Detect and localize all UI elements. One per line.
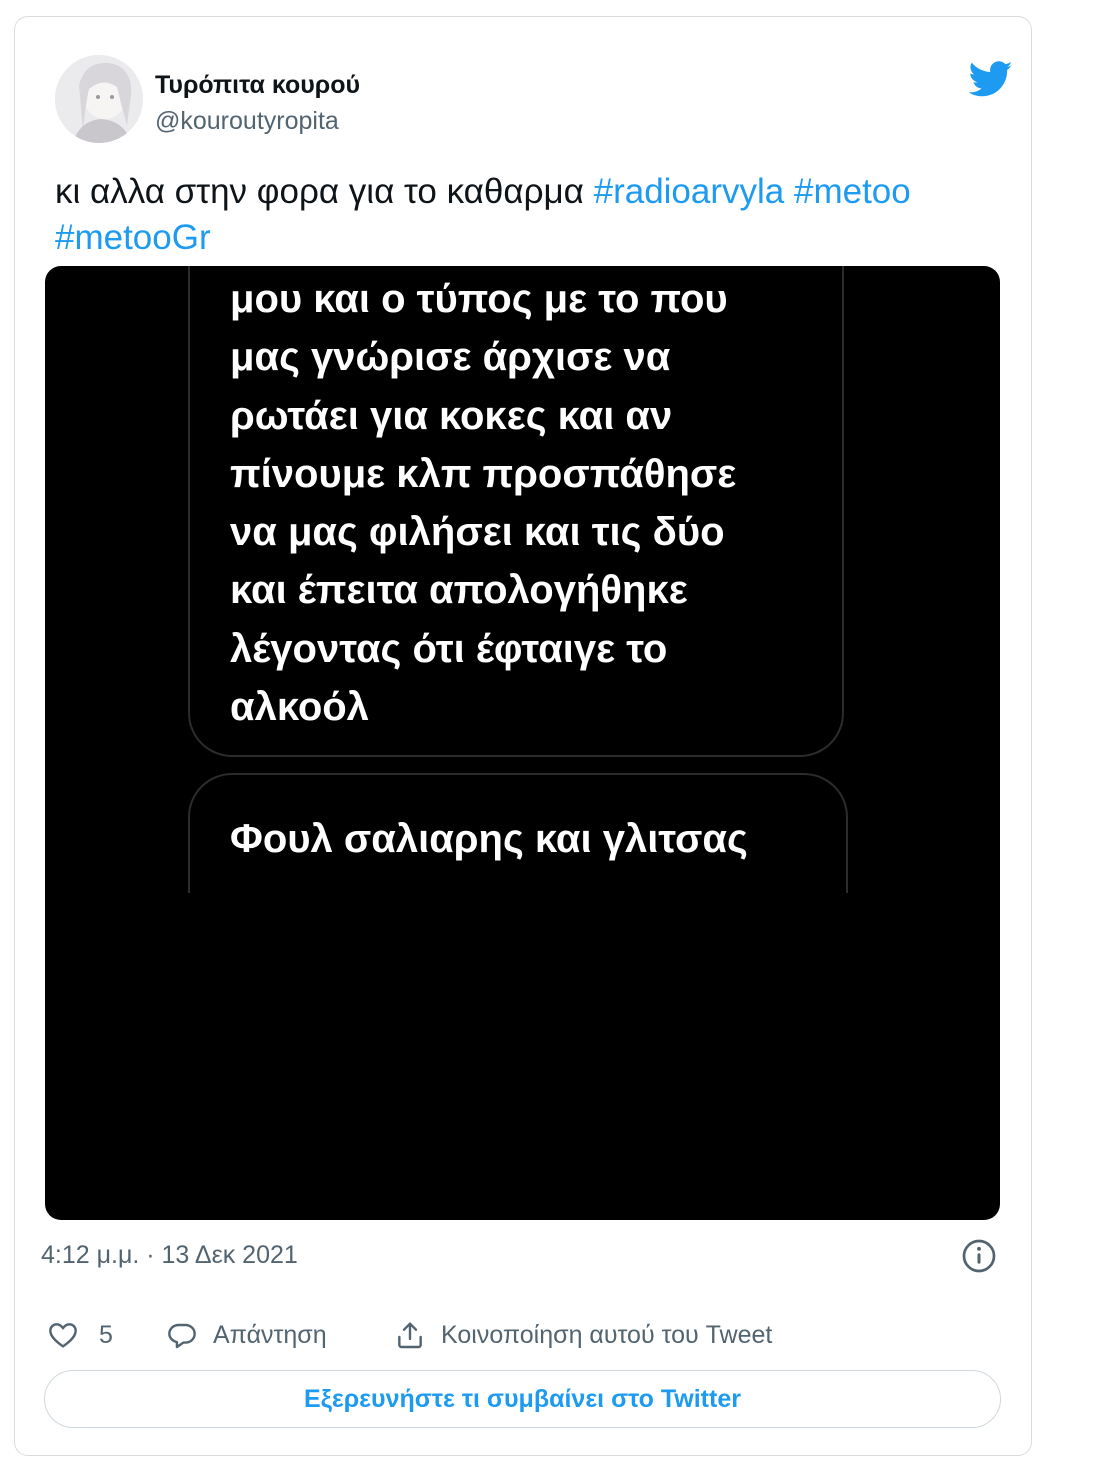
hashtag-link[interactable]: #metooGr (55, 218, 211, 257)
message-line: λέγοντας ότι έφταιγε το (230, 626, 668, 671)
reply-label: Απάντηση (213, 1320, 327, 1349)
tweet-media-image[interactable]: μου και ο τύπος με το που μας γνώρισε άρ… (45, 266, 1000, 1220)
tweet-timestamp[interactable]: 4:12 μ.μ. · 13 Δεκ 2021 (41, 1241, 298, 1270)
reply-bubble-icon (168, 1323, 196, 1349)
avatar[interactable] (55, 55, 143, 143)
author-display-name[interactable]: Τυρόπιτα κουρού (155, 71, 360, 100)
message-line: πίνουμε κλπ προσπάθησε (230, 451, 737, 496)
message-line: ρωτάει για κοκες και αν (230, 393, 673, 438)
hashtag-link[interactable]: #radioarvyla (594, 172, 785, 211)
like-button[interactable]: 5 (47, 1313, 113, 1357)
share-label: Κοινοποίηση αυτού του Tweet (441, 1320, 773, 1349)
heart-icon (49, 1323, 77, 1348)
message-line: και έπειτα απολογήθηκε (230, 568, 688, 613)
share-button[interactable]: Κοινοποίηση αυτού του Tweet (393, 1313, 772, 1357)
hashtag-link[interactable]: #metoo (794, 172, 911, 211)
message-line: μου και ο τύπος με το που (230, 277, 728, 321)
message-line: να μας φιλήσει και τις δύο (230, 510, 725, 555)
message-line: μας γνώρισε άρχισε να (230, 335, 671, 380)
twitter-bird-icon[interactable] (967, 57, 1015, 101)
info-icon[interactable] (961, 1238, 997, 1274)
tweet-card: Τυρόπιτα κουρού @kouroutyropita κι αλλα … (14, 16, 1032, 1456)
explore-twitter-button[interactable]: Εξερευνήστε τι συμβαίνει στο Twitter (44, 1370, 1001, 1428)
share-icon (398, 1322, 422, 1349)
message-line: Φουλ σαλιαρης και γλιτσας (230, 817, 748, 861)
tweet-actions-bar: 5 Απάντηση Κοινοποίηση αυτού του Tweet (15, 1313, 1033, 1357)
reply-button[interactable]: Απάντηση (165, 1313, 327, 1357)
message-bubble: μου και ο τύπος με το που μας γνώρισε άρ… (188, 266, 844, 757)
tweet-text-plain: κι αλλα στην φορα για το καθαρμα (55, 172, 594, 211)
like-count: 5 (99, 1320, 113, 1349)
tweet-text: κι αλλα στην φορα για το καθαρμα #radioa… (55, 169, 1025, 261)
author-handle[interactable]: @kouroutyropita (155, 107, 339, 136)
message-bubble: Φουλ σαλιαρης και γλιτσας (188, 773, 848, 893)
message-line: αλκοόλ (230, 685, 369, 730)
